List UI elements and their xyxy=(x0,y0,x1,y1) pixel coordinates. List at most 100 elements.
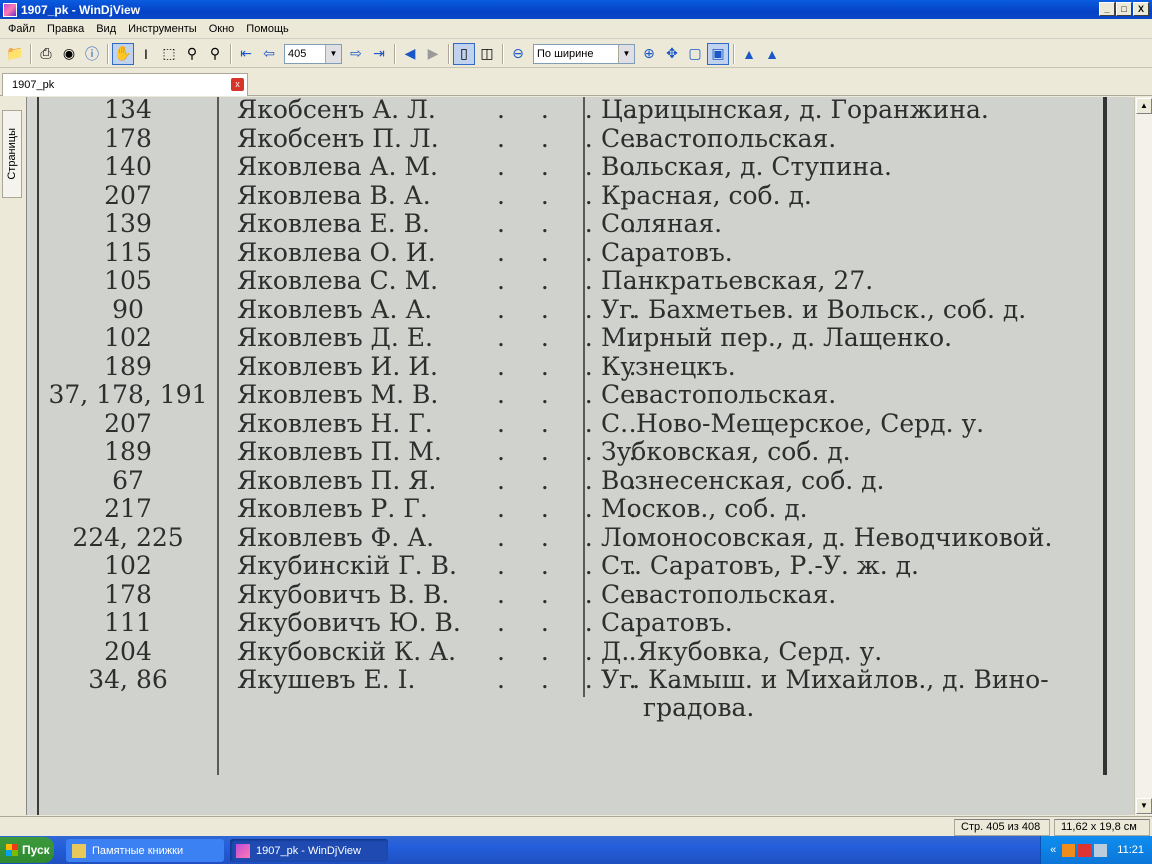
entry-name: Яковлевъ П. М. xyxy=(237,437,442,466)
close-button[interactable]: X xyxy=(1133,2,1149,16)
entry-num: 105 xyxy=(104,266,152,295)
entry-name: Якубовскій К. А. xyxy=(237,636,457,666)
status-page-size: 11,62 x 19,8 см xyxy=(1054,819,1150,836)
find-binoculars-icon[interactable]: ◉ xyxy=(58,43,80,65)
scroll-down-icon[interactable]: ▼ xyxy=(1136,798,1152,814)
entry-addr: Москов., соб. д. xyxy=(601,494,808,523)
windows-logo-icon xyxy=(6,844,18,856)
entry-name: Яковлевъ М. В. xyxy=(237,380,439,409)
start-button[interactable]: Пуск xyxy=(0,837,54,863)
entry-num: 207 xyxy=(104,180,152,210)
system-tray: « 11:21 xyxy=(1040,836,1152,864)
next-page-icon[interactable]: ⇨ xyxy=(345,43,367,65)
close-tab-icon[interactable]: x xyxy=(231,78,244,91)
entry-num: 178 xyxy=(104,123,152,153)
text-select-icon[interactable]: I xyxy=(135,43,157,65)
zoom-mode-value: По ширине xyxy=(537,47,594,60)
info-icon[interactable]: ⓘ xyxy=(81,43,103,65)
fit-page-icon[interactable]: ▢ xyxy=(684,43,706,65)
last-page-icon[interactable]: ⇥ xyxy=(368,43,390,65)
menu-view[interactable]: Вид xyxy=(90,23,122,35)
menu-tools[interactable]: Инструменты xyxy=(122,23,203,35)
toolbar: 📁 ⎙ ◉ ⓘ ✋ I ⬚ ⚲ ⚲ ⇤ ⇦ 405 ▼ ⇨ ⇥ ◀ ▶ ▯ ◫ … xyxy=(0,40,1152,68)
facing-pages-icon[interactable]: ◫ xyxy=(476,43,498,65)
zoom-out-icon[interactable]: ⊖ xyxy=(507,43,529,65)
sidebar-tab-pages[interactable]: Страницы xyxy=(2,110,22,198)
start-label: Пуск xyxy=(22,843,50,857)
app-icon[interactable] xyxy=(3,2,17,17)
chevron-down-icon[interactable]: ▼ xyxy=(618,44,634,63)
entry-name: Якубовичъ Ю. В. xyxy=(237,608,461,637)
entry-addr: Ст. Саратовъ, Р.-У. ж. д. xyxy=(601,551,919,580)
actual-size-icon[interactable]: ▣ xyxy=(707,42,729,65)
entry-num: 139 xyxy=(104,209,152,238)
page-number-combo[interactable]: 405 ▼ xyxy=(284,43,342,64)
entry-name: Яковлевъ Р. Г. xyxy=(237,494,428,523)
entry-addr: Уг. Камыш. и Михайлов., д. Вино- xyxy=(601,665,1049,694)
menu-help[interactable]: Помощь xyxy=(240,23,295,35)
sidebar-tab-label: Страницы xyxy=(6,128,18,180)
taskbar-item-memo-books[interactable]: Памятные книжки xyxy=(66,839,224,862)
rotate-left-icon[interactable]: ▲ xyxy=(738,43,760,65)
scroll-up-icon[interactable]: ▲ xyxy=(1136,98,1152,114)
tray-volume-icon[interactable] xyxy=(1094,843,1108,857)
entry-name: Яковлева О. И. xyxy=(237,237,436,267)
entry-addr: Д. Якубовка, Серд. у. xyxy=(601,636,883,666)
entry-addr: Севастопольская. xyxy=(601,579,837,609)
zoom-rect-icon[interactable]: ⚲ xyxy=(204,43,226,65)
taskbar-item-label: Памятные книжки xyxy=(92,844,184,857)
chevron-down-icon[interactable]: ▼ xyxy=(325,44,341,63)
entry-name: Яковлева Е. В. xyxy=(237,209,431,238)
rect-select-icon[interactable]: ⬚ xyxy=(158,43,180,65)
zoom-in-icon[interactable]: ⊕ xyxy=(638,43,660,65)
tab-label: 1907_pk xyxy=(12,79,55,91)
maximize-button[interactable]: □ xyxy=(1116,2,1132,16)
tray-app-icon[interactable] xyxy=(1062,843,1076,857)
taskbar-item-windjview[interactable]: 1907_pk - WinDjView xyxy=(230,839,388,862)
first-page-icon[interactable]: ⇤ xyxy=(235,43,257,65)
entry-num: 224, 225 xyxy=(72,522,184,552)
menu-bar: Файл Правка Вид Инструменты Окно Помощь xyxy=(0,19,1152,39)
entry-num: 217 xyxy=(104,494,152,523)
entry-addr: Мирный пер., д. Лащенко. xyxy=(601,323,953,352)
entry-num: 102 xyxy=(104,551,152,580)
open-folder-icon[interactable]: 📁 xyxy=(4,43,26,65)
page-number-value: 405 xyxy=(288,47,307,60)
window-titlebar[interactable]: 1907_pk - WinDjView _ □ X xyxy=(0,0,1152,19)
vertical-scrollbar[interactable]: ▲ ▼ xyxy=(1134,97,1152,815)
status-bar: Стр. 405 из 408 11,62 x 19,8 см xyxy=(0,816,1152,836)
entry-num: 90 xyxy=(112,294,144,324)
forward-icon[interactable]: ▶ xyxy=(422,43,444,65)
print-icon[interactable]: ⎙ xyxy=(35,43,57,65)
hand-tool-icon[interactable]: ✋ xyxy=(112,42,134,65)
menu-edit[interactable]: Правка xyxy=(41,23,90,35)
zoom-tool-icon[interactable]: ⚲ xyxy=(181,43,203,65)
entry-addr: Вознесенская, соб. д. xyxy=(601,465,885,495)
entry-addr: Ломоносовская, д. Неводчиковой. xyxy=(601,522,1053,552)
zoom-mode-combo[interactable]: По ширине ▼ xyxy=(533,43,635,64)
entry-num: 67 xyxy=(112,465,144,495)
entry-addr: Царицынская, д. Горанжина. xyxy=(601,97,989,124)
folder-icon xyxy=(72,843,86,858)
previous-page-icon[interactable]: ⇦ xyxy=(258,43,280,65)
minimize-button[interactable]: _ xyxy=(1099,2,1115,16)
document-view[interactable]: 134 Якобсенъ А. Л.. . . . Царицынская, д. … xyxy=(26,97,1134,815)
taskbar-item-label: 1907_pk - WinDjView xyxy=(256,844,361,857)
entry-num: 37, 178, 191 xyxy=(48,380,208,409)
entry-num: 115 xyxy=(104,237,152,267)
entry-addr: Красная, соб. д. xyxy=(601,180,812,210)
tray-network-icon[interactable] xyxy=(1078,843,1092,857)
rotate-right-icon[interactable]: ▲ xyxy=(761,43,783,65)
entry-name: Яковлева В. А. xyxy=(237,180,431,210)
tray-expand-icon[interactable]: « xyxy=(1050,844,1056,856)
back-icon[interactable]: ◀ xyxy=(399,43,421,65)
entry-name: Яковлевъ Н. Г. xyxy=(237,408,433,438)
menu-window[interactable]: Окно xyxy=(203,23,241,35)
entry-name: Якобсенъ А. Л. xyxy=(237,97,436,124)
entry-name: Яковлевъ Д. Е. xyxy=(237,323,433,352)
fit-width-icon[interactable]: ✥ xyxy=(661,43,683,65)
single-page-icon[interactable]: ▯ xyxy=(453,42,475,65)
tab-1907-pk[interactable]: 1907_pk x xyxy=(2,73,248,96)
taskbar: Пуск Памятные книжки 1907_pk - WinDjView… xyxy=(0,836,1152,864)
menu-file[interactable]: Файл xyxy=(2,23,41,35)
